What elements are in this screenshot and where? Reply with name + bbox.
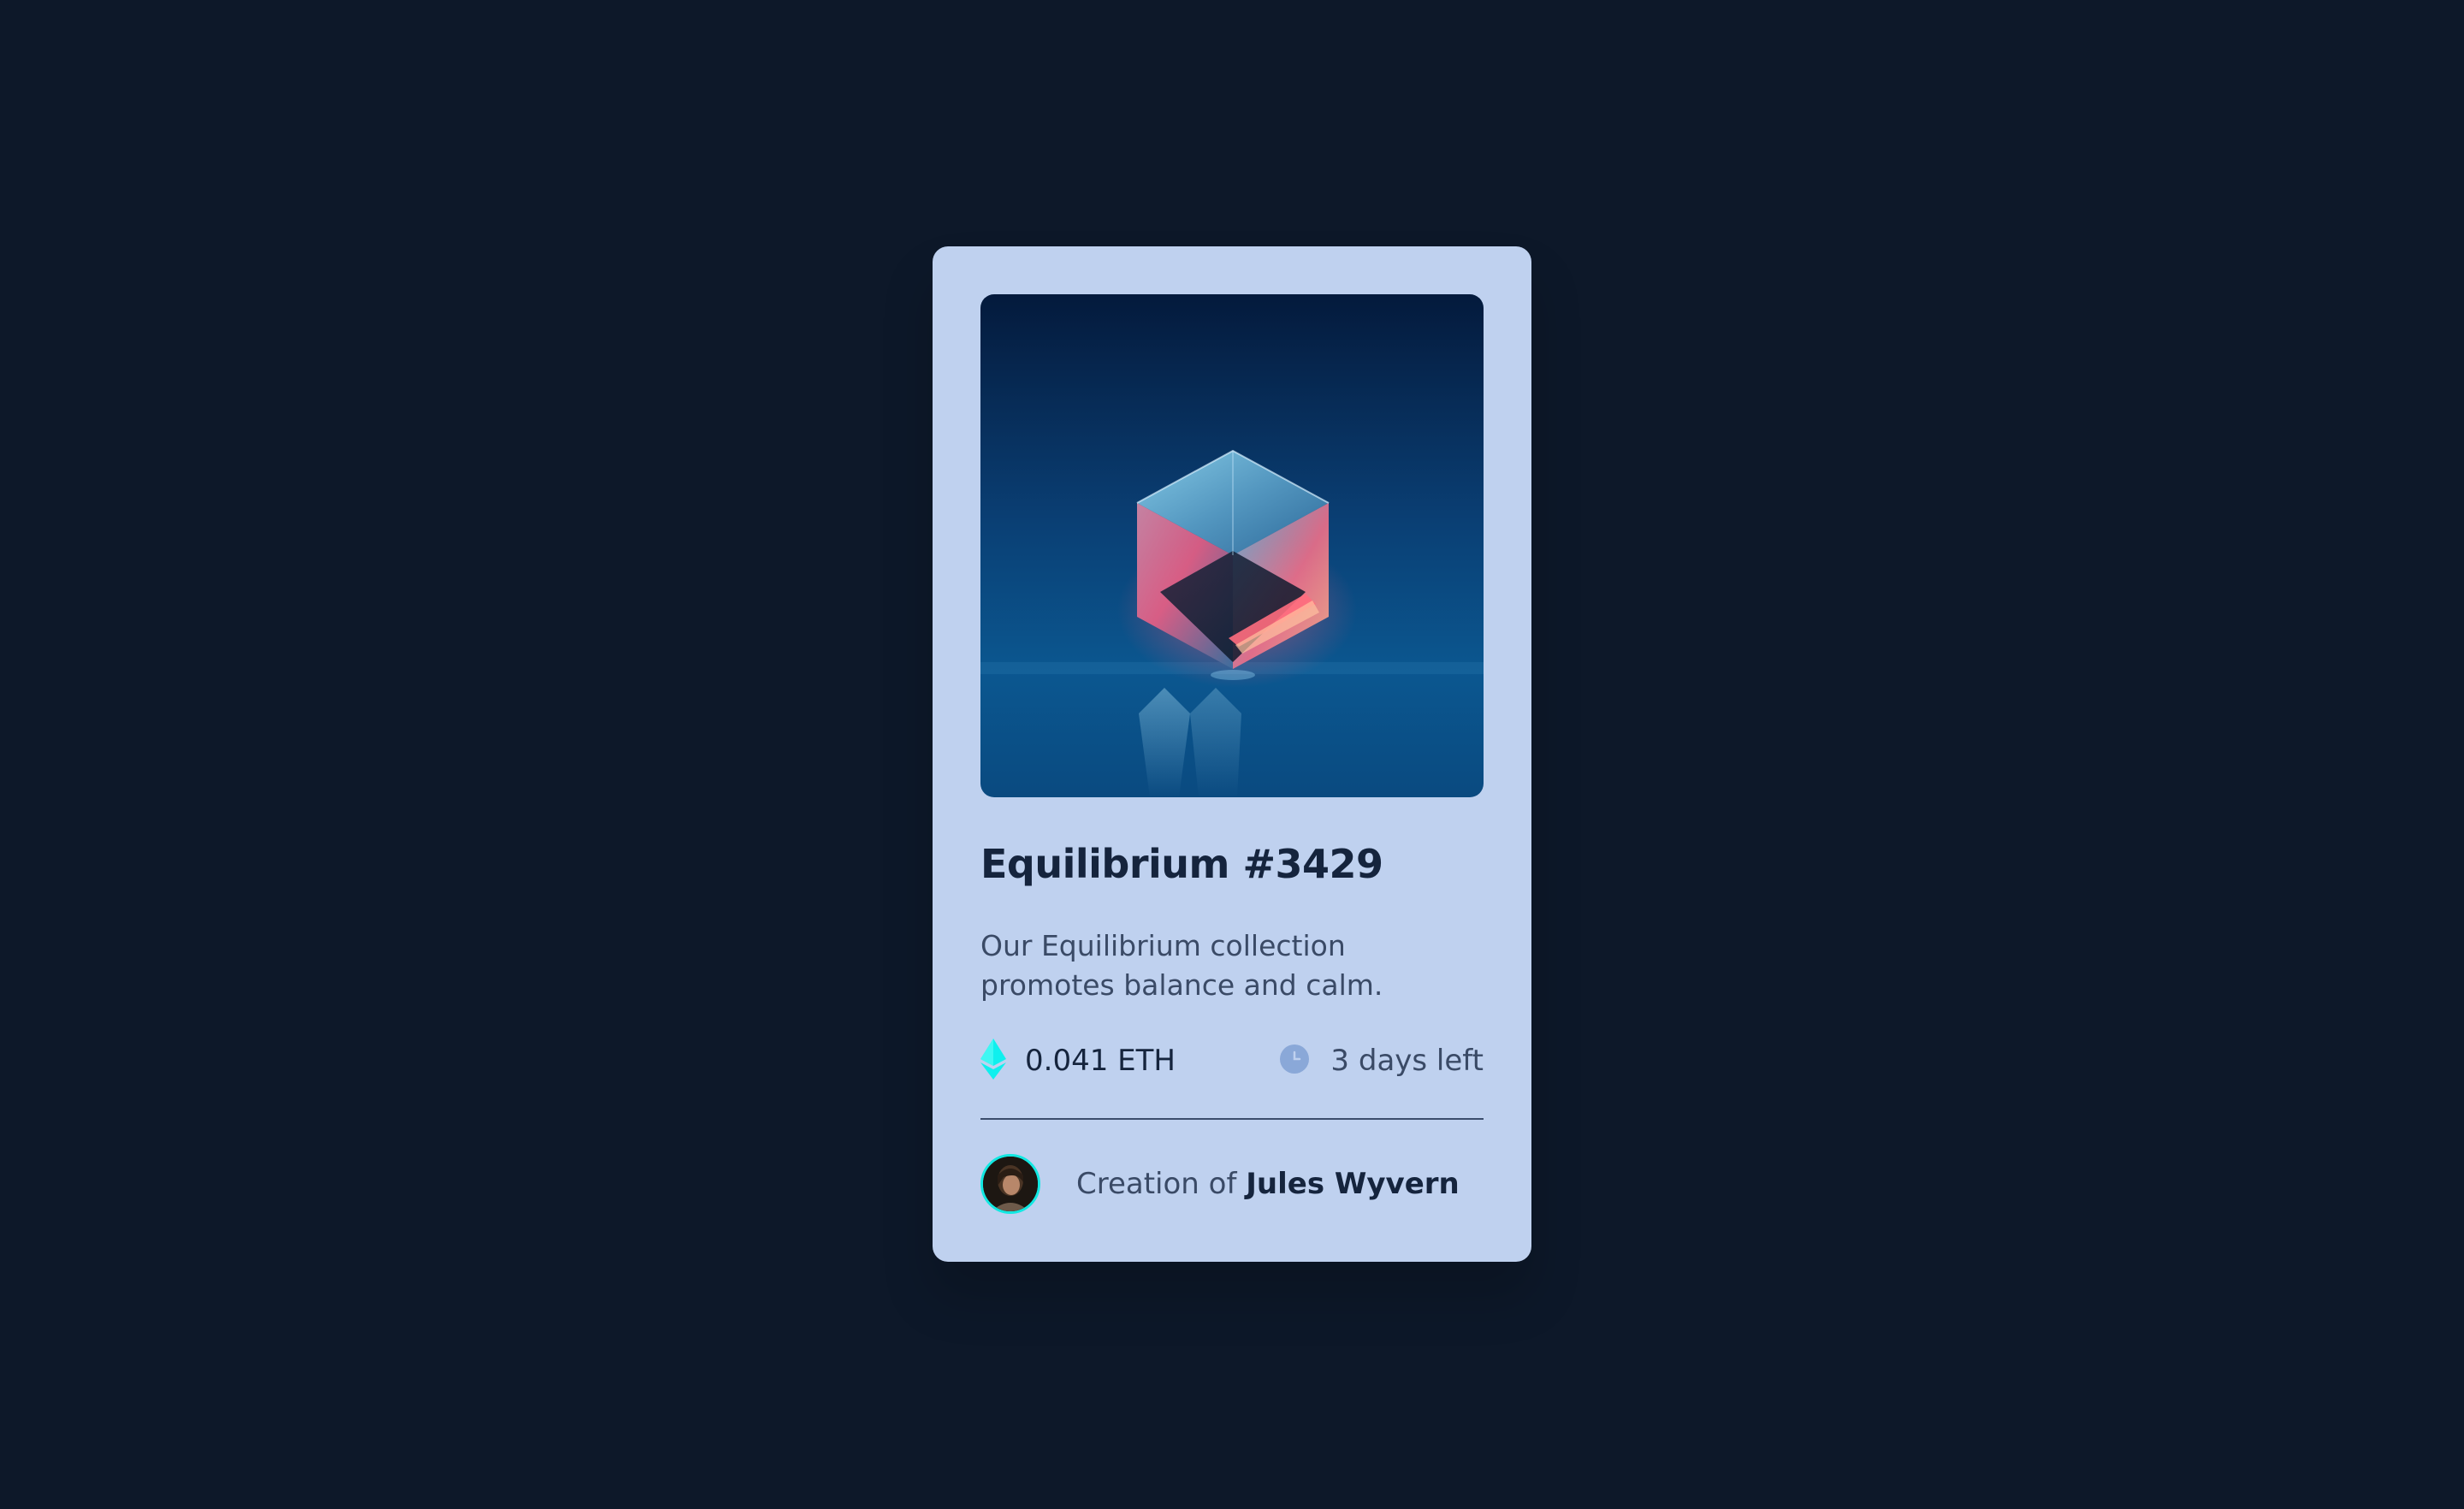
- ethereum-icon: [980, 1039, 1006, 1083]
- time-left: 3 days left: [1279, 1040, 1484, 1081]
- nft-title[interactable]: Equilibrium #3429: [980, 841, 1383, 887]
- creator-attribution: Creation of Jules Wyvern: [980, 1154, 1460, 1214]
- price-value: 0.041 ETH: [1025, 1044, 1176, 1078]
- time-left-value: 3 days left: [1330, 1044, 1484, 1078]
- avatar[interactable]: [980, 1154, 1040, 1214]
- clock-icon: [1279, 1044, 1310, 1078]
- nft-image[interactable]: [980, 294, 1484, 797]
- nft-preview-card: Equilibrium #3429 Our Equilibrium collec…: [933, 246, 1531, 1262]
- divider: [980, 1118, 1484, 1120]
- creator-text: Creation of Jules Wyvern: [1076, 1167, 1460, 1201]
- creator-prefix: Creation of: [1076, 1167, 1247, 1201]
- price: 0.041 ETH: [980, 1039, 1176, 1083]
- creator-name[interactable]: Jules Wyvern: [1246, 1167, 1460, 1201]
- nft-description: Our Equilibrium collection promotes bala…: [980, 929, 1383, 1002]
